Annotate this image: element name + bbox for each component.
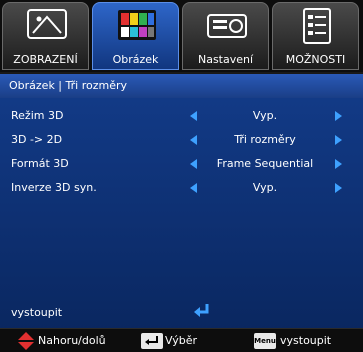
footer-exit-label: vystoupit [280, 334, 332, 347]
arrow-left-icon[interactable] [190, 111, 197, 121]
setting-value: Frame Sequential [216, 157, 314, 170]
tab-label: ZOBRAZENÍ [13, 53, 78, 66]
setting-label: 3D -> 2D [11, 133, 63, 146]
exit-label[interactable]: vystoupit [11, 306, 62, 319]
setting-value: Vyp. [252, 181, 278, 194]
tab-zobrazeni[interactable]: ZOBRAZENÍ [2, 2, 89, 70]
breadcrumb: Obrázek | Tři rozměry [0, 74, 363, 98]
setting-value: Vyp. [252, 109, 278, 122]
setting-row-rezim-3d[interactable]: Režim 3D Vyp. [0, 106, 363, 126]
settings-panel: Režim 3D Vyp. 3D -> 2D Tři rozměry Formá… [0, 98, 363, 330]
options-checklist-icon [303, 8, 331, 44]
color-bars-icon [118, 10, 156, 40]
tab-bar: ZOBRAZENÍ Obrázek Nastavení MOŽNOSTI [0, 0, 363, 72]
setting-label: Inverze 3D syn. [11, 181, 97, 194]
tab-label: Obrázek [112, 53, 159, 66]
setting-row-format-3d[interactable]: Formát 3D Frame Sequential [0, 154, 363, 174]
menu-key-icon: Menu [254, 333, 276, 349]
tab-nastaveni[interactable]: Nastavení [182, 2, 269, 70]
arrow-left-icon[interactable] [190, 159, 197, 169]
setting-label: Formát 3D [11, 157, 69, 170]
tab-obrazek[interactable]: Obrázek [92, 2, 179, 70]
footer-select-label: Výběr [165, 334, 198, 347]
display-settings-icon [27, 9, 67, 39]
setting-label: Režim 3D [11, 109, 64, 122]
setting-value: Tři rozměry [234, 133, 296, 146]
arrow-right-icon[interactable] [335, 159, 342, 169]
arrow-right-icon[interactable] [335, 183, 342, 193]
osd-menu: ZOBRAZENÍ Obrázek Nastavení MOŽNOSTI Obr… [0, 0, 363, 352]
footer-nav-label: Nahoru/dolů [38, 334, 106, 347]
arrow-left-icon[interactable] [190, 135, 197, 145]
projector-icon [207, 14, 247, 38]
enter-return-icon[interactable] [193, 303, 211, 319]
up-down-arrows-icon [18, 332, 34, 350]
setting-row-3d-to-2d[interactable]: 3D -> 2D Tři rozměry [0, 130, 363, 150]
footer-bar: Nahoru/dolů Výběr Menu vystoupit [0, 328, 363, 352]
tab-moznosti[interactable]: MOŽNOSTI [272, 2, 359, 70]
arrow-left-icon[interactable] [190, 183, 197, 193]
enter-key-icon [141, 333, 163, 349]
tab-label: MOŽNOSTI [285, 53, 346, 66]
arrow-right-icon[interactable] [335, 111, 342, 121]
arrow-right-icon[interactable] [335, 135, 342, 145]
setting-row-inverze-3d[interactable]: Inverze 3D syn. Vyp. [0, 178, 363, 198]
tab-label: Nastavení [197, 53, 254, 66]
